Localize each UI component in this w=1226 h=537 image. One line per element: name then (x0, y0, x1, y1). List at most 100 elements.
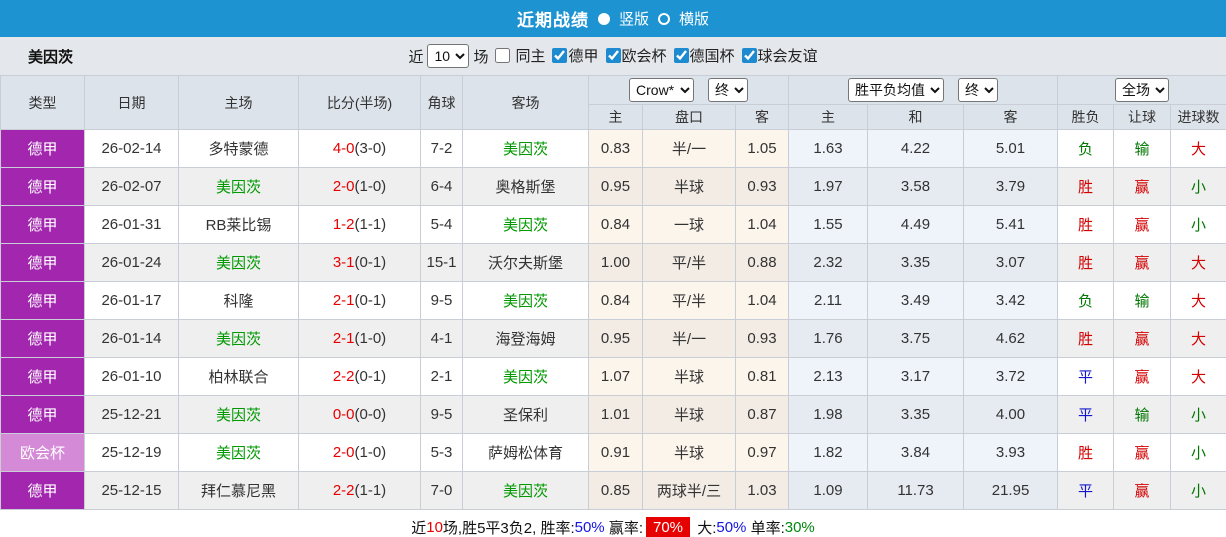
away-team: 沃尔夫斯堡 (462, 243, 589, 282)
match-row: 德甲 26-02-07 美因茨 2-0(1-0) 6-4 奥格斯堡 0.95 半球 0.93 1.… (0, 167, 1226, 206)
summary-segment: 赢率: (604, 519, 643, 537)
away-team: 美因茨 (462, 281, 589, 320)
odds-handicap: 一球 (642, 205, 736, 244)
odds-away: 0.87 (734, 395, 790, 434)
checkbox-input[interactable] (605, 48, 621, 63)
league-filter-checkbox[interactable]: 欧会杯 (599, 45, 667, 66)
odds-handicap: 半球 (642, 395, 736, 434)
col-header-odds-handicap: 盘口 (642, 104, 736, 130)
outcome-goals: 大 (1170, 319, 1226, 358)
checkbox-label: 德甲 (568, 48, 599, 65)
match-type-badge: 德甲 (0, 243, 85, 282)
odds-away: 0.93 (734, 167, 790, 206)
avg-type-select[interactable]: 胜平负均值 (848, 78, 945, 102)
horizontal-layout-radio[interactable] (658, 12, 670, 25)
match-row: 德甲 26-01-24 美因茨 3-1(0-1) 15-1 沃尔夫斯堡 1.00 平/半 0.8… (0, 243, 1226, 282)
match-date: 26-01-24 (84, 243, 179, 282)
match-date: 26-01-14 (84, 319, 179, 358)
match-row: 德甲 26-02-14 多特蒙德 4-0(3-0) 7-2 美因茨 0.83 半/一 1.05 1… (0, 129, 1226, 168)
vertical-layout-label[interactable]: 竖版 (619, 8, 649, 29)
fulltime-score: 1-2 (332, 216, 355, 233)
away-team: 奥格斯堡 (462, 167, 589, 206)
corner-score: 7-0 (420, 471, 463, 510)
outcome-wdl: 胜 (1057, 243, 1115, 282)
avg-draw: 3.35 (867, 395, 965, 434)
outcome-wdl: 胜 (1057, 433, 1115, 472)
fulltime-score: 2-0 (332, 444, 355, 461)
filter-bar: 美因茨 近 10 场 同主 德甲 欧会杯 德国杯 球会友谊 (0, 37, 1226, 75)
match-score: 2-0(1-0) (298, 433, 421, 472)
away-team: 美因茨 (462, 205, 589, 244)
outcome-handicap: 赢 (1113, 205, 1172, 244)
outcome-wdl: 负 (1057, 281, 1115, 320)
corner-score: 2-1 (420, 357, 463, 396)
team-name: 美因茨 (28, 48, 74, 66)
col-header-date: 日期 (84, 75, 179, 130)
match-date: 26-02-07 (84, 167, 179, 206)
fulltime-score: 2-2 (332, 368, 355, 385)
match-score: 2-1(0-1) (298, 281, 421, 320)
odds-home: 0.84 (588, 281, 643, 320)
checkbox-input[interactable] (552, 48, 568, 63)
odds-away: 0.88 (734, 243, 790, 282)
outcome-goals: 大 (1170, 243, 1226, 282)
outcome-handicap: 赢 (1113, 433, 1172, 472)
match-type-badge: 德甲 (0, 281, 85, 320)
avg-home: 1.98 (788, 395, 869, 434)
recent-suffix-label: 场 (473, 48, 489, 66)
home-team: 美因茨 (178, 167, 299, 206)
vertical-layout-radio[interactable] (597, 12, 610, 25)
summary-segment: 场,胜5平3负2, 胜率: (442, 519, 575, 537)
outcome-wdl: 平 (1057, 395, 1115, 434)
avg-away: 21.95 (963, 471, 1059, 510)
summary-footer: 近 10 场,胜5平3负2, 胜率: 50% 赢率: 70% 大: 50% 单率: 30% (0, 510, 1226, 537)
odds-away: 1.05 (734, 129, 790, 168)
col-header-score: 比分(半场) (298, 75, 421, 130)
halftime-score: (1-1) (354, 482, 387, 499)
home-team: 美因茨 (178, 243, 299, 282)
recent-count-select[interactable]: 10 (427, 44, 470, 68)
match-type-badge: 德甲 (0, 471, 85, 510)
league-filter-checkbox[interactable]: 德国杯 (667, 45, 735, 66)
checkbox-input[interactable] (673, 48, 689, 63)
match-score: 1-2(1-1) (298, 205, 421, 244)
horizontal-layout-label[interactable]: 横版 (679, 8, 709, 29)
summary-segment: 50% (716, 518, 747, 536)
league-filter-checkbox[interactable]: 同主 (488, 45, 545, 66)
league-filter-checkbox[interactable]: 德甲 (545, 45, 599, 66)
league-filter-checkbox[interactable]: 球会友谊 (735, 45, 818, 66)
odds-home: 0.95 (588, 319, 643, 358)
scope-select[interactable]: 全场 (1115, 78, 1170, 102)
match-score: 2-1(1-0) (298, 319, 421, 358)
col-header-avg-draw: 和 (867, 104, 965, 130)
odds-time-select[interactable]: 终 (708, 78, 749, 102)
home-team: 美因茨 (178, 433, 299, 472)
recent-prefix-label: 近 (408, 48, 424, 66)
halftime-score: (1-0) (354, 444, 387, 461)
avg-draw: 3.75 (867, 319, 965, 358)
checkbox-input[interactable] (495, 48, 511, 63)
outcome-handicap: 赢 (1113, 167, 1172, 206)
fulltime-score: 2-1 (332, 330, 355, 347)
bookmaker-select[interactable]: Crow* (629, 78, 695, 102)
avg-home: 1.76 (788, 319, 869, 358)
avg-away: 4.00 (963, 395, 1059, 434)
outcome-goals: 大 (1170, 281, 1226, 320)
col-header-result-wdl: 胜负 (1057, 104, 1115, 130)
outcome-goals: 小 (1170, 167, 1226, 206)
odds-handicap: 半/一 (642, 129, 736, 168)
checkbox-input[interactable] (741, 48, 757, 63)
avg-time-select[interactable]: 终 (958, 78, 999, 102)
match-score: 2-2(0-1) (298, 357, 421, 396)
odds-handicap: 平/半 (642, 243, 736, 282)
match-date: 25-12-21 (84, 395, 179, 434)
scope-group-header: 全场 (1057, 75, 1226, 105)
odds-home: 0.84 (588, 205, 643, 244)
summary-segment: 单率: (746, 519, 785, 537)
match-row: 欧会杯 25-12-19 美因茨 2-0(1-0) 5-3 萨姆松体育 0.91 半球 0.97… (0, 433, 1226, 472)
avg-away: 3.72 (963, 357, 1059, 396)
odds-handicap: 两球半/三 (642, 471, 736, 510)
avg-home: 2.11 (788, 281, 869, 320)
page-title: 近期战绩 (516, 11, 589, 30)
match-date: 26-01-31 (84, 205, 179, 244)
